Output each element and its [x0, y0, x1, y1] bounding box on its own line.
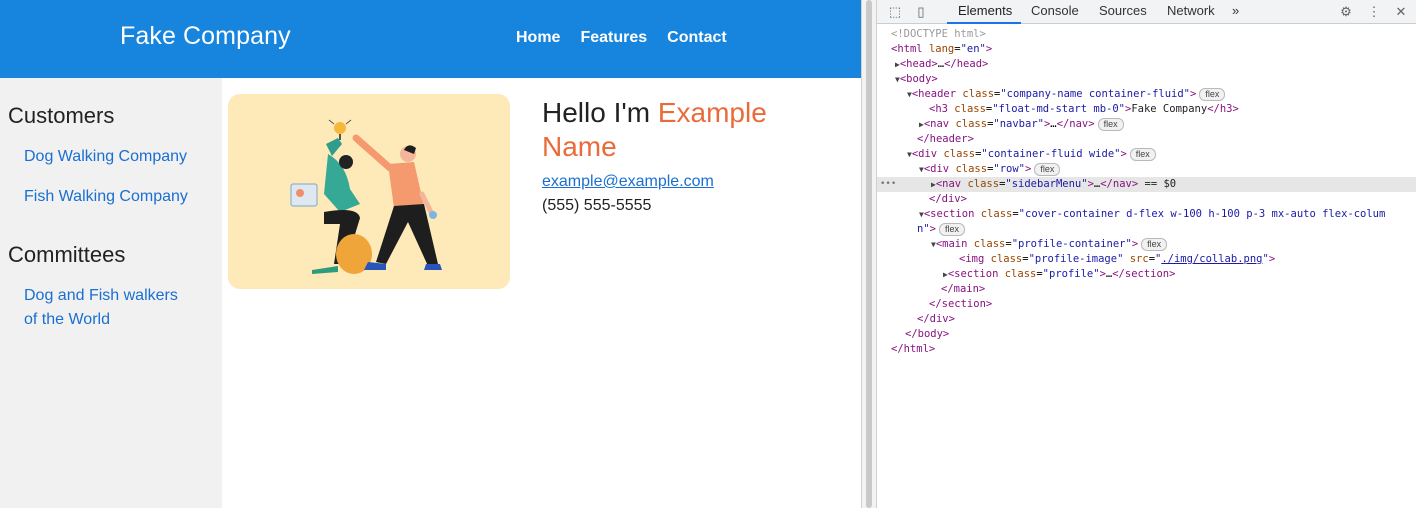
dom-line[interactable]: </body> [905, 327, 1416, 342]
rendered-page: Fake Company Home Features Contact Custo… [0, 0, 861, 508]
gear-icon[interactable]: ⚙ [1338, 4, 1354, 20]
profile-image [228, 94, 510, 289]
nav-features-link[interactable]: Features [580, 29, 647, 47]
dom-line[interactable]: ▼<div class="row"> flex [919, 162, 1416, 177]
dom-line[interactable]: ▼<header class="company-name container-f… [907, 87, 1416, 102]
inspect-icon[interactable]: ⬚ [887, 4, 903, 20]
nav-home-link[interactable]: Home [516, 29, 560, 47]
dom-line[interactable]: ▼<section class="cover-container d-flex … [919, 207, 1416, 222]
device-icon[interactable]: ▯ [913, 4, 929, 20]
customers-heading: Customers [8, 103, 115, 128]
dom-line[interactable]: </html> [891, 342, 1416, 357]
sidebar-item-committee-line2[interactable]: of the World [24, 308, 110, 332]
dom-tree: <!DOCTYPE html> <html lang="en"> ▶<head>… [877, 25, 1416, 385]
more-vert-icon[interactable]: ⋮ [1366, 4, 1382, 20]
sidebar-item-committee-line1[interactable]: Dog and Fish walkers [24, 284, 178, 308]
tab-console[interactable]: Console [1031, 3, 1079, 18]
dom-line[interactable]: ▶<head>…</head> [895, 57, 1416, 72]
dom-line[interactable]: <h3 class="float-md-start mb-0">Fake Com… [929, 102, 1416, 117]
dom-line[interactable]: </section> [929, 297, 1416, 312]
tab-elements[interactable]: Elements [958, 3, 1012, 18]
dom-line-selected[interactable]: ••• ▶<nav class="sidebarMenu">…</nav> == … [877, 177, 1416, 192]
company-name: Fake Company [120, 22, 291, 50]
active-tab-indicator [947, 22, 1021, 24]
panel-resize-handle[interactable] [861, 0, 877, 508]
tab-network[interactable]: Network [1167, 3, 1215, 18]
dom-line[interactable]: </div> [929, 192, 1416, 207]
dom-line[interactable]: ▶<section class="profile">…</section> [943, 267, 1416, 282]
dom-line[interactable]: ▶<nav class="navbar">…</nav> flex [919, 117, 1416, 132]
sidebar-menu: Customers Dog Walking Company Fish Walki… [0, 78, 222, 508]
profile-heading: Hello I'm Example Name [542, 96, 812, 164]
sidebar-item-fish-walking[interactable]: Fish Walking Company [24, 185, 188, 209]
dom-line[interactable]: ▼<div class="container-fluid wide"> flex [907, 147, 1416, 162]
committees-heading: Committees [8, 242, 126, 267]
nav-contact-link[interactable]: Contact [667, 29, 727, 47]
dom-line[interactable]: </div> [917, 312, 1416, 327]
phone-number: (555) 555-5555 [542, 197, 652, 214]
tab-sources[interactable]: Sources [1099, 3, 1147, 18]
more-tabs-button[interactable]: » [1232, 3, 1239, 18]
devtools-toolbar: ⬚ ▯ Elements Console Sources Network » ⚙… [877, 0, 1416, 24]
sidebar-item-dog-walking[interactable]: Dog Walking Company [24, 145, 187, 169]
dom-line[interactable]: <html lang="en"> [891, 42, 1416, 57]
dom-line[interactable]: </main> [941, 282, 1416, 297]
dom-line[interactable]: ▼<main class="profile-container"> flex [931, 237, 1416, 252]
navbar: Home Features Contact [516, 29, 747, 47]
dom-line[interactable]: n"> flex [917, 222, 1416, 237]
dom-line[interactable]: <img class="profile-image" src="./img/co… [959, 252, 1416, 267]
hello-prefix: Hello I'm [542, 97, 658, 128]
dom-line[interactable]: <!DOCTYPE html> [891, 27, 1416, 42]
email-link[interactable]: example@example.com [542, 173, 714, 191]
site-header: Fake Company Home Features Contact [0, 0, 861, 78]
dom-line[interactable]: ▼<body> [895, 72, 1416, 87]
dom-line[interactable]: </header> [917, 132, 1416, 147]
close-icon[interactable]: ✕ [1393, 4, 1409, 20]
devtools-panel: ⬚ ▯ Elements Console Sources Network » ⚙… [877, 0, 1416, 508]
scrollbar-thumb[interactable] [866, 0, 872, 508]
